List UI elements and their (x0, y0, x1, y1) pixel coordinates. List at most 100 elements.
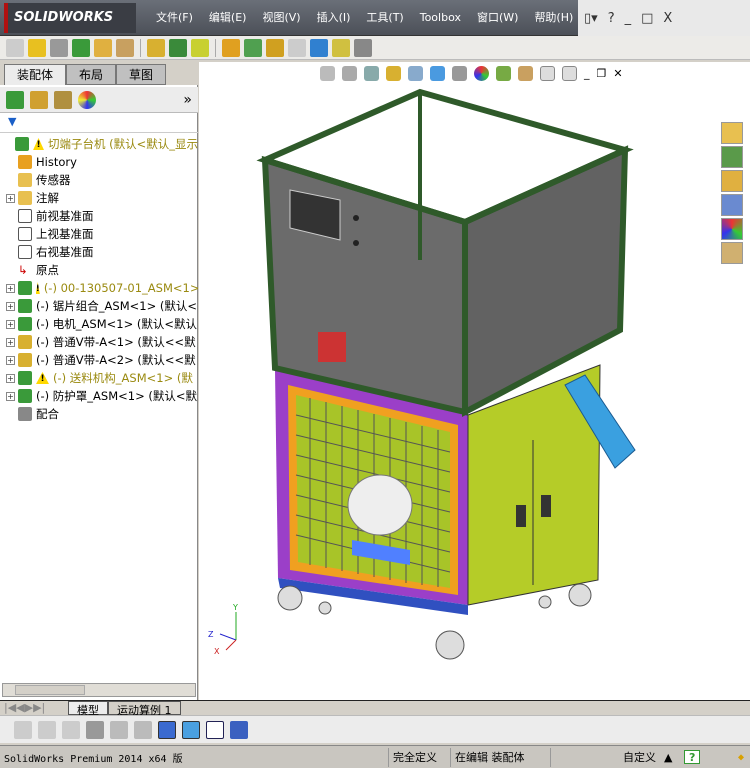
tree-item[interactable]: +! (-) 00-130507-01_ASM<1> (0, 279, 198, 297)
rotate-component-icon[interactable] (116, 38, 134, 57)
tree-item[interactable]: + (-) 普通V带-A<1> (默认<<默 (0, 333, 198, 351)
bill-of-materials-icon[interactable] (244, 38, 262, 57)
quick-tips-button[interactable]: ? (684, 750, 701, 764)
doc-minimize-button[interactable]: _ (584, 67, 590, 80)
menu-help[interactable]: 帮助(H) (526, 0, 581, 36)
tree-item[interactable]: ↳ 原点 (0, 261, 198, 279)
file-explorer-icon[interactable] (721, 170, 743, 192)
hide-show-items-icon[interactable] (452, 66, 467, 81)
expand-toggle[interactable]: + (6, 301, 15, 311)
view-settings-icon[interactable] (518, 66, 533, 81)
display-manager-icon[interactable] (78, 90, 96, 109)
section-view-icon[interactable] (386, 66, 401, 81)
doc-restore-button[interactable]: ❐ (597, 67, 607, 80)
mate-icon[interactable] (50, 38, 68, 57)
previous-view-icon[interactable] (364, 66, 379, 81)
tree-item[interactable]: 上视基准面 (0, 225, 198, 243)
configuration-manager-icon[interactable] (54, 90, 72, 109)
dotted-list-icon[interactable] (110, 720, 128, 739)
minimize-button[interactable]: _ (625, 11, 632, 26)
viewport-split-icon[interactable] (540, 66, 555, 81)
move-component-icon[interactable] (94, 38, 112, 57)
tab-assembly[interactable]: 装配体 (4, 64, 67, 85)
new-document-icon[interactable]: ▯▾ (584, 11, 598, 26)
close-button[interactable]: X (663, 11, 672, 26)
assembly-features-icon[interactable] (169, 38, 187, 57)
appearances-icon[interactable] (721, 218, 743, 240)
pattern-icon[interactable] (72, 38, 90, 57)
tab-model[interactable]: 模型 (68, 701, 108, 717)
display-style-icon[interactable] (430, 66, 445, 81)
tab-motion-study[interactable]: 运动算例 1 (108, 701, 181, 717)
zoom-to-area-icon[interactable] (342, 66, 357, 81)
reference-geometry-icon[interactable] (191, 38, 209, 57)
tree-item[interactable]: + (-) 电机_ASM<1> (默认<默认 (0, 315, 198, 333)
doc-close-button[interactable]: ✕ (613, 67, 622, 80)
render-icon[interactable] (230, 720, 248, 739)
triad-toggle-icon[interactable] (158, 720, 176, 739)
units-selector[interactable]: 自定义 (550, 747, 660, 767)
table-icon[interactable] (206, 720, 224, 739)
clearance-icon[interactable] (332, 38, 350, 57)
insert-component-icon[interactable] (28, 38, 46, 57)
list-icon[interactable] (86, 720, 104, 739)
design-library-icon[interactable] (721, 146, 743, 168)
units-arrow-icon[interactable]: ▲ (660, 748, 684, 767)
tree-item[interactable]: 右视基准面 (0, 243, 198, 261)
menu-edit[interactable]: 编辑(E) (201, 0, 255, 36)
new-motion-study-icon[interactable] (222, 38, 240, 57)
tree-item[interactable]: 传感器 (0, 171, 198, 189)
expand-toggle[interactable]: + (6, 193, 15, 203)
graphics-area[interactable]: Y Z X (199, 62, 750, 700)
tree-item[interactable]: 前视基准面 (0, 207, 198, 225)
tree-item[interactable]: + (-) 普通V带-A<2> (默认<<默 (0, 351, 198, 369)
view-palette-icon[interactable] (721, 194, 743, 216)
zoom-to-fit-icon[interactable] (320, 66, 335, 81)
home-icon[interactable] (721, 122, 743, 144)
expand-panel-button[interactable]: » (183, 92, 192, 108)
edit-appearance-icon[interactable] (474, 66, 489, 81)
apply-scene-icon[interactable] (496, 66, 511, 81)
menu-toolbox[interactable]: Toolbox (412, 0, 469, 36)
tree-item[interactable]: ! 切端子台机 (默认<默认_显示 (0, 135, 198, 153)
tree-item[interactable]: History (0, 153, 198, 171)
explode-line-icon[interactable] (288, 38, 306, 57)
tree-item[interactable]: 配合 (0, 405, 198, 423)
motion-icon-3[interactable] (62, 720, 80, 739)
exploded-view-icon[interactable] (266, 38, 284, 57)
smart-fasteners-icon[interactable] (147, 38, 165, 57)
custom-properties-icon[interactable] (721, 242, 743, 264)
tab-scroll-arrows[interactable]: |◀◀▶▶| (4, 701, 68, 715)
tree-item[interactable]: + (-) 防护罩_ASM<1> (默认<默 (0, 387, 198, 405)
menu-insert[interactable]: 插入(I) (309, 0, 359, 36)
expand-toggle[interactable]: + (6, 319, 15, 329)
motion-icon-2[interactable] (38, 720, 56, 739)
3d-view-icon[interactable] (182, 720, 200, 739)
view-orientation-icon[interactable] (408, 66, 423, 81)
tag-icon[interactable]: ◆ (738, 752, 744, 763)
expand-toggle[interactable]: + (6, 283, 15, 293)
expand-toggle[interactable]: + (6, 391, 15, 401)
menu-tools[interactable]: 工具(T) (358, 0, 411, 36)
interference-icon[interactable] (310, 38, 328, 57)
assembly-model[interactable]: Y Z X (199, 62, 750, 700)
tree-item[interactable]: +! (-) 送料机构_ASM<1> (默 (0, 369, 198, 387)
new-part-icon[interactable] (6, 38, 24, 57)
expand-toggle[interactable]: + (6, 373, 15, 383)
tree-item[interactable]: + (-) 锯片组合_ASM<1> (默认< (0, 297, 198, 315)
menu-window[interactable]: 窗口(W) (469, 0, 526, 36)
restore-button[interactable]: □ (641, 11, 653, 26)
filter-icon[interactable]: ▼ (0, 115, 198, 133)
help-button[interactable]: ? (608, 11, 615, 26)
expand-toggle[interactable]: + (6, 355, 15, 365)
motion-icon-1[interactable] (14, 720, 32, 739)
tab-layout[interactable]: 布局 (66, 64, 117, 85)
tab-sketch[interactable]: 草图 (116, 64, 167, 85)
horizontal-scrollbar[interactable] (2, 683, 196, 697)
align-icon[interactable] (134, 720, 152, 739)
viewport-split2-icon[interactable] (562, 66, 577, 81)
menu-file[interactable]: 文件(F) (148, 0, 201, 36)
tree-item[interactable]: + 注解 (0, 189, 198, 207)
instant3d-icon[interactable] (354, 38, 372, 57)
menu-view[interactable]: 视图(V) (254, 0, 308, 36)
